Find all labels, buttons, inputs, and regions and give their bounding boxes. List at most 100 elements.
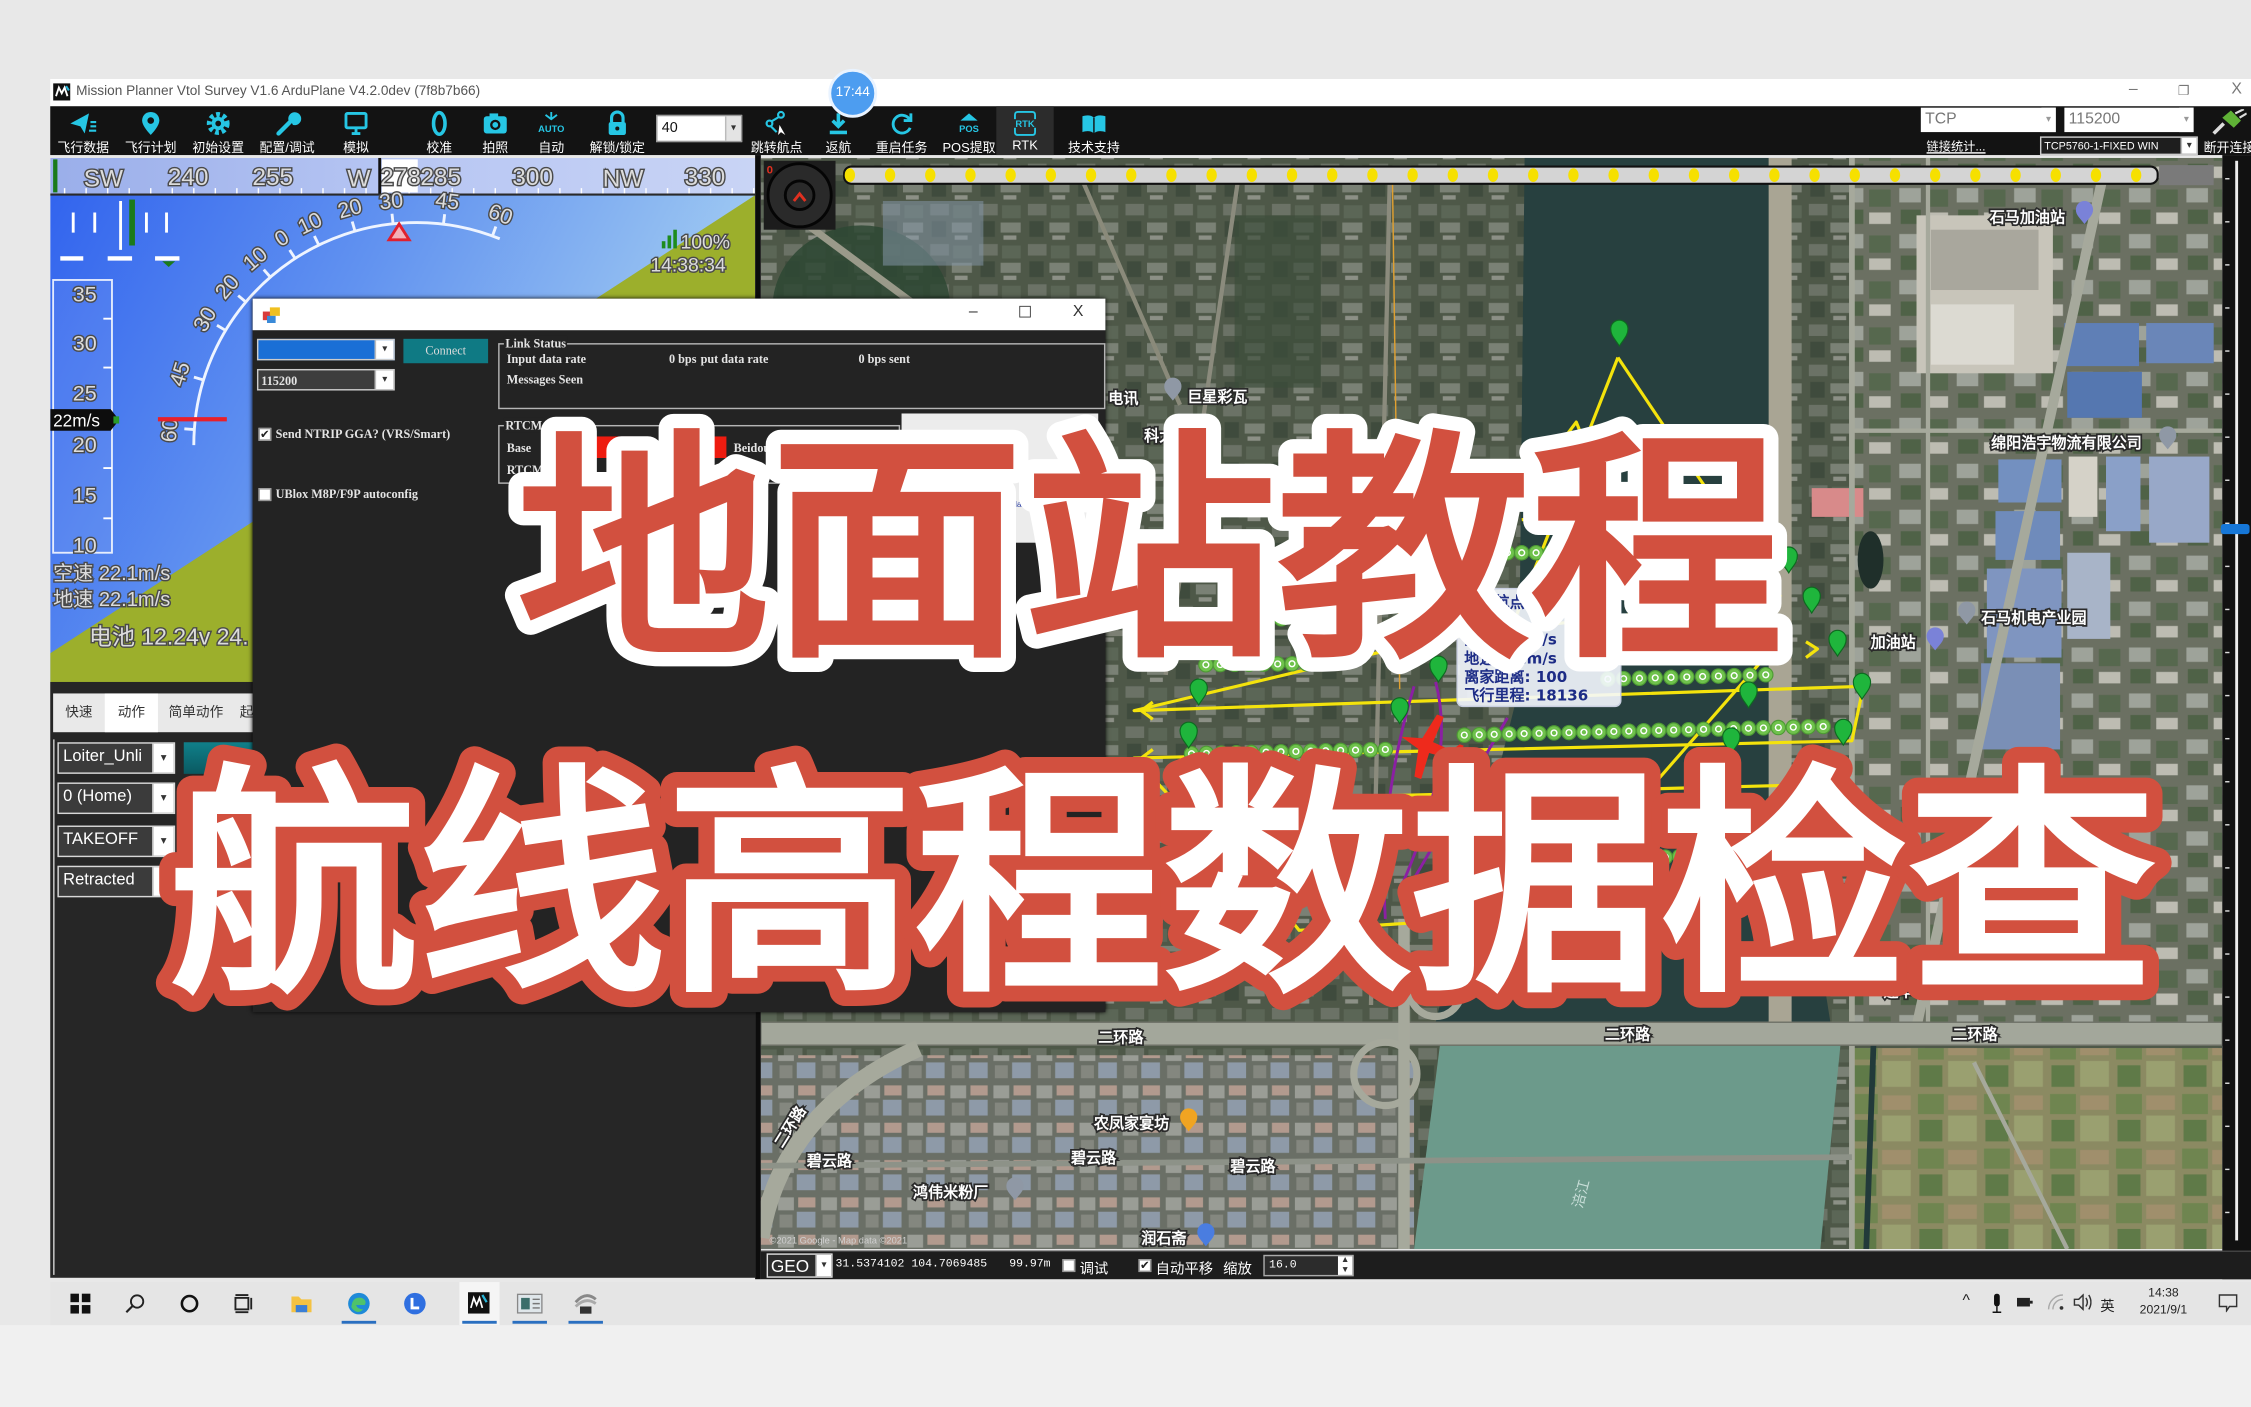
connection-type-select[interactable]: TCP ▾	[1920, 107, 2056, 133]
dialog-minimize-button[interactable]: –	[962, 303, 985, 320]
wrench-icon	[276, 112, 302, 136]
waypoint-target-select[interactable]: 0 (Home) ▾	[57, 782, 176, 815]
map-data-link[interactable]: data	[1012, 501, 1029, 510]
taskbar-file-explorer[interactable]	[281, 1282, 321, 1325]
connection-profile-select[interactable]: TCP5760-1-FIXED WIN ▾	[2039, 136, 2198, 156]
toolbar-support[interactable]: 技术支持	[1059, 106, 1128, 155]
window-titlebar[interactable]: Mission Planner Vtol Survey V1.6 ArduPla…	[50, 78, 2251, 107]
zoom-slider[interactable]	[2220, 155, 2251, 1280]
chevron-down-icon[interactable]: ▾	[152, 826, 174, 856]
maximize-button[interactable]: ❐	[2169, 83, 2198, 99]
dialog-titlebar[interactable]: – ☐ X	[252, 298, 1106, 331]
wifi-icon[interactable]	[2047, 1294, 2064, 1311]
flight-mode-select[interactable]: TAKEOFF ▾	[57, 825, 176, 858]
camera-trigger-marker	[1212, 656, 1229, 673]
camera-trigger-marker	[1333, 609, 1350, 626]
baud-rate-select[interactable]: 115200 ▾	[2064, 107, 2194, 133]
zoom-tick	[2225, 694, 2230, 697]
mission-waypoint-dot	[2050, 168, 2061, 183]
camera-trigger-marker	[1657, 849, 1674, 865]
close-button[interactable]: X	[2222, 80, 2251, 97]
camera-trigger-marker	[1631, 670, 1648, 686]
dialog-maximize-button[interactable]: ☐	[1014, 303, 1037, 321]
tab-simple-actions[interactable]: 简单动作	[158, 693, 234, 732]
cortana-button[interactable]	[169, 1282, 209, 1325]
autopan-checkbox[interactable]: ✔	[1138, 1259, 1152, 1273]
zoom-slider-thumb[interactable]	[2220, 524, 2250, 535]
search-button[interactable]	[115, 1282, 155, 1325]
zoom-tick	[2225, 479, 2230, 481]
volume-icon[interactable]	[2073, 1293, 2092, 1311]
taskbar-mission-planner[interactable]	[459, 1282, 500, 1326]
device-battery-icon[interactable]	[2016, 1296, 2033, 1307]
mission-waypoint-dot	[1849, 168, 1860, 183]
rtk-port-select[interactable]: ▾	[256, 338, 395, 361]
taskbar-edge[interactable]	[339, 1282, 379, 1325]
camera-trigger-marker	[1273, 744, 1289, 760]
chevron-down-icon[interactable]: ▾	[374, 370, 394, 390]
info-line: 飞行里程: 18136	[1464, 687, 1588, 705]
camera-trigger-marker	[1671, 848, 1688, 865]
toolbar-simulation[interactable]: 模拟	[322, 106, 391, 155]
notification-center-icon[interactable]	[2218, 1294, 2238, 1313]
chevron-down-icon[interactable]: ▾	[815, 1254, 832, 1277]
map-status-bar: GEO ▾ 31.5374102 104.7069485 99.97m 调试 ✔…	[760, 1250, 2251, 1280]
remote-desktop-icon	[574, 1294, 597, 1314]
input-method-indicator[interactable]: 英	[2100, 1294, 2114, 1315]
chevron-down-icon[interactable]: ▾	[152, 743, 174, 773]
tray-overflow-chevron-icon[interactable]: ^	[1962, 1292, 1969, 1309]
cursor-coordinates: 31.5374102 104.7069485	[835, 1257, 988, 1271]
dialog-close-button[interactable]: X	[1067, 303, 1090, 320]
chevron-down-icon[interactable]: ▾	[152, 783, 174, 813]
chevron-down-icon[interactable]: ▾	[2180, 137, 2197, 154]
chevron-down-icon[interactable]: ▾	[2041, 107, 2056, 133]
running-indicator	[462, 1320, 497, 1324]
action-mode-select[interactable]: Loiter_Unli ▾	[57, 742, 176, 774]
debug-checkbox[interactable]	[1062, 1259, 1076, 1273]
camera-trigger-marker	[1298, 655, 1315, 672]
tab-actions[interactable]: 动作	[104, 693, 158, 733]
start-button[interactable]	[62, 1282, 102, 1325]
rtk-baud-select[interactable]: 115200 ▾	[256, 368, 395, 391]
chevron-down-icon[interactable]: ▾	[152, 867, 174, 896]
task-view-button[interactable]	[224, 1282, 264, 1325]
camera-trigger-marker	[1671, 802, 1688, 819]
chevron-down-icon[interactable]: ▾	[374, 340, 394, 359]
camera-trigger-marker	[1248, 570, 1264, 586]
camera-trigger-marker	[1665, 722, 1682, 738]
mount-mode-value: Retracted	[63, 871, 135, 889]
chevron-down-icon[interactable]: ▾	[2179, 107, 2194, 133]
main-toolbar: 飞行数据 飞行计划 初始设置 配置/调试 模拟 校准 拍照 AUTO 自动 解锁…	[50, 106, 2251, 157]
camera-trigger-marker	[1726, 667, 1742, 684]
send-gga-checkbox[interactable]: ✔	[258, 427, 272, 441]
roll-label: 30	[378, 188, 404, 214]
coord-system-select[interactable]: GEO ▾	[766, 1253, 833, 1278]
zoom-spinbox[interactable]: 16.0 ▲ ▼	[1263, 1254, 1354, 1277]
rtcm-glonass-label: Gl	[644, 440, 658, 456]
mount-mode-select[interactable]: Retracted ▾	[57, 865, 176, 898]
toolbar-arm-disarm[interactable]: 解锁/锁定	[583, 106, 652, 155]
rtk-connect-button[interactable]: Connect	[403, 338, 489, 364]
toolbar-rtk[interactable]: RTK RTK	[996, 106, 1054, 156]
minimize-button[interactable]: –	[2119, 80, 2148, 97]
road-label: 碧云路	[806, 1152, 853, 1170]
taskbar-app-remote[interactable]	[566, 1282, 606, 1325]
map-zoom-widget[interactable]	[2159, 165, 2214, 186]
taskbar-app-window[interactable]	[510, 1282, 550, 1325]
disconnect-label[interactable]: 断开连接	[2204, 138, 2251, 157]
mission-waypoint-dot	[1206, 168, 1217, 183]
recording-time-badge: 17:44	[828, 68, 878, 118]
spin-arrows-icon[interactable]: ▲ ▼	[1337, 1256, 1353, 1275]
camera-trigger-marker	[1499, 544, 1516, 561]
link-stats-link[interactable]: 链接统计...	[1927, 138, 1986, 155]
ublox-autoconfig-checkbox[interactable]	[258, 488, 272, 502]
tab-quick[interactable]: 快速	[53, 693, 105, 732]
taskbar-app-l[interactable]	[395, 1282, 435, 1325]
waypoint-select[interactable]: 40 ▾	[656, 114, 743, 143]
microphone-icon[interactable]	[1991, 1293, 2002, 1314]
disconnect-plug-icon[interactable]	[2209, 109, 2247, 136]
zoom-tick	[2225, 1211, 2230, 1214]
zoom-label: 缩放	[1223, 1261, 1252, 1278]
tray-clock[interactable]: 14:38 2021/9/1	[2132, 1285, 2195, 1322]
mission-waypoint-dot	[1528, 168, 1539, 183]
